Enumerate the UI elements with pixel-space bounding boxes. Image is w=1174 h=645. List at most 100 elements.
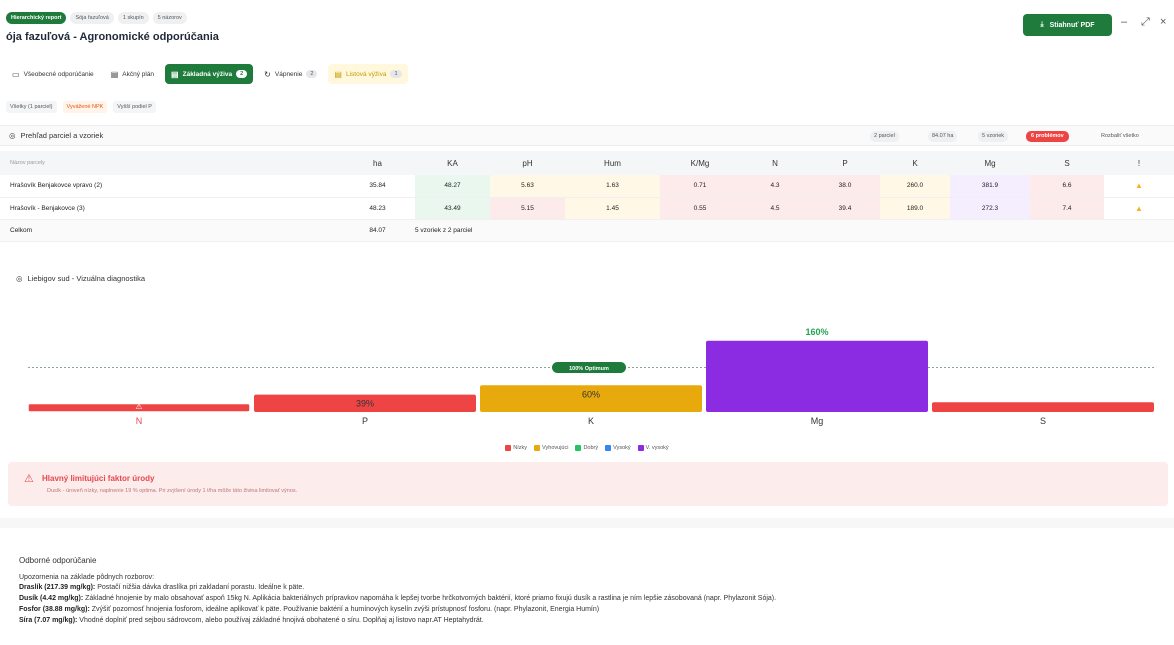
- limiting-factor-alert: ⚠ Hlavný limitujúci faktor úrody Dusík -…: [8, 462, 1168, 506]
- crumb-crop[interactable]: Sója fazuľová: [70, 12, 114, 24]
- bar-s[interactable]: [932, 402, 1154, 412]
- tick-label-mg: Mg: [811, 416, 824, 426]
- summary-samples: 5 vzoriek: [978, 131, 1009, 142]
- tab-general-label: Všeobecné odporúčanie: [23, 70, 94, 78]
- summary-parcels: 2 parciel: [870, 131, 899, 142]
- cell-ka: 43.49: [415, 197, 490, 220]
- optimum-badge-label: 100% Optimum: [569, 366, 609, 372]
- tab-action-plan-label: Akčný plán: [122, 70, 155, 78]
- cell-mg: 272.3: [950, 197, 1030, 220]
- data-label-p: 39%: [356, 399, 374, 409]
- cell-ha: 48.23: [340, 197, 415, 220]
- expand-icon[interactable]: ⤢: [1141, 16, 1150, 29]
- col-s[interactable]: S: [1030, 151, 1104, 175]
- tab-basic-nutrition[interactable]: ▤ Základná výživa 2: [165, 64, 254, 84]
- col-k[interactable]: K: [880, 151, 950, 175]
- parcels-table: Názov parcely ha KA pH Hum K/Mg N P K Mg…: [0, 151, 1174, 242]
- col-name[interactable]: Názov parcely: [0, 151, 340, 175]
- tab-general[interactable]: ▭ Všeobecné odporúčanie: [6, 64, 100, 84]
- warning-icon: ▲: [1135, 203, 1143, 213]
- col-ph[interactable]: pH: [490, 151, 565, 175]
- data-label-mg: 160%: [805, 327, 828, 337]
- filter-higher-p[interactable]: Vyšší podiel P: [113, 101, 156, 113]
- problems-badge[interactable]: 6 problémov: [1026, 131, 1069, 142]
- tab-count: 1: [390, 70, 402, 78]
- tab-count: 2: [236, 70, 248, 78]
- recommendation-item: Fosfor (38.88 mg/kg): Zvýšiť pozornosť h…: [19, 606, 600, 613]
- parcel-name[interactable]: Hrašovík - Benjakovce (3): [0, 197, 340, 220]
- doc-icon: ▤: [171, 69, 179, 79]
- tick-label-n: N: [136, 416, 143, 426]
- close-icon[interactable]: ×: [1160, 16, 1166, 28]
- col-mg[interactable]: Mg: [950, 151, 1030, 175]
- expand-all-button[interactable]: Rozbaliť všetko: [1101, 131, 1139, 142]
- crumb-opinions[interactable]: 5 názorov: [152, 12, 187, 24]
- clipboard-icon: ▤: [110, 69, 119, 79]
- cell-hum: 1.45: [565, 197, 660, 220]
- expert-recommendation: Odborné odporúčanie Upozornenia na zákla…: [19, 556, 1169, 628]
- section-divider: [0, 518, 1174, 528]
- tab-action-plan[interactable]: ▤ Akčný plán: [105, 64, 160, 84]
- col-kmg[interactable]: K/Mg: [660, 151, 740, 175]
- cell-ph: 5.15: [490, 197, 565, 220]
- tab-foliar[interactable]: ▤ Listová výživa 1: [328, 64, 408, 84]
- total-empty: [565, 219, 1174, 242]
- filter-balanced-npk[interactable]: Vyvážené NPK: [62, 101, 108, 113]
- parcels-panel-title[interactable]: ◎ Prehľad parciel a vzoriek: [9, 131, 103, 140]
- warning-icon: ⚠: [135, 402, 142, 411]
- recommendation-item: Dusík (4.42 mg/kg): Základné hnojenie by…: [19, 595, 777, 602]
- parcels-title-label: Prehľad parciel a vzoriek: [20, 131, 104, 140]
- warning-icon: ▲: [1135, 181, 1143, 191]
- crumb-groups[interactable]: 1 skupín: [117, 12, 149, 24]
- col-hum[interactable]: Hum: [565, 151, 660, 175]
- download-pdf-button[interactable]: ⤓ Stiahnuť PDF: [1023, 14, 1112, 36]
- col-n[interactable]: N: [740, 151, 810, 175]
- cell-kmg: 0.71: [660, 175, 740, 198]
- summary-hectares: 84.07 ha: [928, 131, 958, 142]
- cell-n: 4.3: [740, 175, 810, 198]
- liebig-title-label: Liebigov sud - Vizuálna diagnostika: [27, 274, 145, 283]
- tab-liming-label: Vápnenie: [274, 70, 303, 78]
- header: Hierarchický report Sója fazuľová 1 skup…: [0, 0, 1174, 52]
- cell-hum: 1.63: [565, 175, 660, 198]
- col-alert: !: [1104, 151, 1174, 175]
- chart-icon: ◎: [16, 274, 23, 283]
- cell-k: 189.0: [880, 197, 950, 220]
- filter-all[interactable]: Všetky (1 parciel): [6, 101, 57, 113]
- legend-item-very-high: V. vysoký: [637, 445, 669, 451]
- parcel-name[interactable]: Hrašovík Benjakovce vpravo (2): [0, 175, 340, 198]
- parcels-panel-header: ◎ Prehľad parciel a vzoriek 2 parciel 84…: [0, 125, 1174, 146]
- total-note: 5 vzoriek z 2 parciel: [415, 219, 565, 242]
- tick-label-s: S: [1040, 416, 1046, 426]
- cell-k: 260.0: [880, 175, 950, 198]
- subfilter-bar: Všetky (1 parciel) Vyvážené NPK Vyšší po…: [6, 101, 156, 113]
- cell-ha: 35.84: [340, 175, 415, 198]
- target-icon: ◎: [9, 131, 16, 140]
- bar-mg[interactable]: [706, 340, 928, 412]
- row-alert: ▲: [1104, 175, 1174, 198]
- col-p[interactable]: P: [810, 151, 880, 175]
- col-ka[interactable]: KA: [415, 151, 490, 175]
- crumb-report[interactable]: Hierarchický report: [6, 12, 67, 24]
- cell-kmg: 0.55: [660, 197, 740, 220]
- tab-bar: ▭ Všeobecné odporúčanie ▤ Akčný plán ▤ Z…: [6, 64, 408, 84]
- tab-basic-nutrition-label: Základná výživa: [182, 70, 233, 78]
- recommendation-item: Draslík (217.39 mg/kg): Postačí nižšia d…: [19, 584, 305, 591]
- minimize-icon[interactable]: –: [1121, 16, 1127, 28]
- tick-label-p: P: [362, 416, 368, 426]
- page-title: ója fazuľová - Agronomické odporúčania: [6, 31, 219, 43]
- breadcrumb: Hierarchický report Sója fazuľová 1 skup…: [6, 12, 187, 24]
- optimum-badge: 100% Optimum: [552, 362, 626, 373]
- cell-p: 39.4: [810, 197, 880, 220]
- table-row[interactable]: Hrašovík Benjakovce vpravo (2) 35.84 48.…: [0, 175, 1174, 198]
- download-icon: ⤓: [1040, 21, 1044, 28]
- legend-item-adequate: Vyhovujúci: [534, 445, 568, 451]
- book-icon: ▭: [12, 69, 20, 79]
- col-ha[interactable]: ha: [340, 151, 415, 175]
- tab-liming[interactable]: ↻ Vápnenie 2: [258, 64, 323, 84]
- tab-count: 2: [306, 70, 318, 78]
- cell-s: 7.4: [1030, 197, 1104, 220]
- table-row[interactable]: Hrašovík - Benjakovce (3) 48.23 43.49 5.…: [0, 197, 1174, 220]
- total-label: Celkom: [0, 219, 340, 242]
- leaf-icon: ▤: [334, 69, 342, 79]
